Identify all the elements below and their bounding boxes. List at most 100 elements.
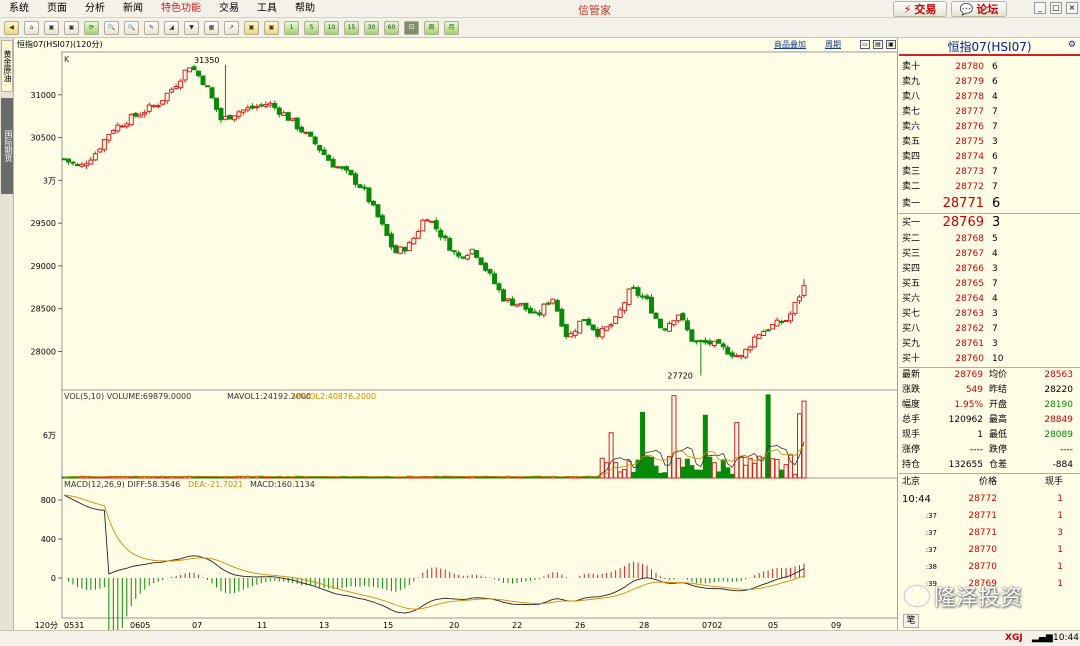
menu-system[interactable]: 系统 bbox=[0, 0, 38, 18]
menu-help[interactable]: 帮助 bbox=[286, 0, 324, 18]
candle-body bbox=[523, 302, 529, 310]
tape-tab[interactable]: 笔 bbox=[903, 614, 919, 628]
period-tick-button[interactable]: ▣ bbox=[244, 20, 259, 35]
maximize-icon[interactable]: □ bbox=[1050, 2, 1062, 14]
period-day-button[interactable]: 日 bbox=[404, 20, 419, 35]
candle-body bbox=[146, 104, 152, 112]
candle-body bbox=[79, 163, 85, 167]
candle-body bbox=[657, 318, 663, 329]
volume-bar bbox=[626, 460, 632, 479]
period-month-button[interactable]: 月 bbox=[444, 20, 459, 35]
date-axis-label: 11 bbox=[257, 621, 267, 630]
candle-body bbox=[752, 336, 758, 348]
candle-body bbox=[707, 340, 713, 345]
period-10m-button[interactable]: 10 bbox=[324, 20, 339, 35]
bid-level-8[interactable]: 买八 28762 7 bbox=[899, 322, 1080, 337]
tab-intl-futures[interactable]: 国际期货 bbox=[1, 98, 13, 194]
level-price: 28762 bbox=[955, 324, 984, 334]
bid-level-4[interactable]: 买四 28766 3 bbox=[899, 262, 1080, 277]
period-60m-button[interactable]: 60 bbox=[384, 20, 399, 35]
period-15m-button[interactable]: 15 bbox=[344, 20, 359, 35]
candle-body bbox=[393, 245, 399, 254]
period-1m-button[interactable]: 1 bbox=[284, 20, 299, 35]
volume-bar bbox=[779, 469, 785, 479]
menu-analysis[interactable]: 分析 bbox=[76, 0, 114, 18]
level-price: 28780 bbox=[955, 62, 984, 72]
tape-volume: 3 bbox=[1057, 528, 1063, 538]
indicator-icon[interactable]: ◢ bbox=[164, 20, 179, 35]
ask-level-4[interactable]: 卖四 28774 6 bbox=[899, 150, 1080, 165]
menu-page[interactable]: 页面 bbox=[38, 0, 76, 18]
volume-bar bbox=[693, 469, 699, 479]
ask-level-5[interactable]: 卖五 28775 3 bbox=[899, 135, 1080, 150]
bid-level-6[interactable]: 买六 28764 4 bbox=[899, 292, 1080, 307]
bid-level-7[interactable]: 买七 28763 3 bbox=[899, 307, 1080, 322]
ask-level-10[interactable]: 卖十 28780 6 bbox=[899, 60, 1080, 75]
trade-button[interactable]: ⚡ 交易 bbox=[893, 1, 947, 17]
ask-level-8[interactable]: 卖八 28778 4 bbox=[899, 90, 1080, 105]
volume-bar bbox=[743, 464, 749, 479]
menu-special-features[interactable]: 特色功能 bbox=[152, 0, 210, 18]
settings-gear-icon[interactable]: ⚙ bbox=[1068, 40, 1076, 50]
forum-button[interactable]: 💬 论坛 bbox=[951, 1, 1007, 17]
candle-body bbox=[474, 249, 480, 258]
period-week-button[interactable]: 周 bbox=[424, 20, 439, 35]
ask-level-9[interactable]: 卖九 28779 6 bbox=[899, 75, 1080, 90]
tape-row: :37 28771 1 bbox=[899, 508, 1080, 525]
candle-body bbox=[254, 106, 260, 109]
volume-bar bbox=[590, 476, 596, 479]
bid-level-10[interactable]: 买十 28760 10 bbox=[899, 352, 1080, 367]
quote-board-icon[interactable]: ▣ bbox=[44, 20, 59, 35]
menu-tools[interactable]: 工具 bbox=[248, 0, 286, 18]
candle-body bbox=[169, 88, 175, 93]
ask-level-7[interactable]: 卖七 28777 7 bbox=[899, 105, 1080, 120]
minimize-icon[interactable]: _ bbox=[1034, 2, 1046, 14]
chart-window-icon[interactable]: ▣ bbox=[64, 20, 79, 35]
stat-value: 28769 bbox=[954, 370, 983, 380]
candle-body bbox=[222, 116, 228, 120]
refresh-icon[interactable]: ⟳ bbox=[84, 20, 99, 35]
home-icon[interactable]: ⌂ bbox=[24, 20, 39, 35]
macd-tick-label: 0 bbox=[51, 574, 56, 583]
candle-body bbox=[554, 300, 560, 312]
ask-level-1[interactable]: 卖一 28771 6 bbox=[899, 195, 1080, 213]
candle-body bbox=[218, 107, 224, 121]
menu-trade[interactable]: 交易 bbox=[210, 0, 248, 18]
draw-line-icon[interactable]: ✎ bbox=[144, 20, 159, 35]
ask-level-6[interactable]: 卖六 28776 7 bbox=[899, 120, 1080, 135]
bid-level-5[interactable]: 买五 28765 7 bbox=[899, 277, 1080, 292]
candle-body bbox=[267, 102, 273, 106]
bid-level-9[interactable]: 买九 28761 3 bbox=[899, 337, 1080, 352]
bid-level-1[interactable]: 买一 28769 3 bbox=[899, 214, 1080, 232]
trend-chart-icon[interactable]: ↗ bbox=[224, 20, 239, 35]
zoom-in-icon[interactable]: 🔍 bbox=[104, 20, 119, 35]
candle-body bbox=[133, 112, 139, 117]
tab-gold-oil[interactable]: 黄金原油 bbox=[1, 40, 13, 92]
period-5m-button[interactable]: 5 bbox=[304, 20, 319, 35]
candle-body bbox=[240, 109, 246, 113]
volume-tick-label: 6万 bbox=[43, 431, 56, 440]
zoom-out-icon[interactable]: 🔍 bbox=[124, 20, 139, 35]
status-bar: XGJ ▂▄▆ 10:44 bbox=[0, 630, 1080, 646]
filter-icon[interactable]: ▼ bbox=[184, 20, 199, 35]
kline-chart[interactable]: K 31000 30500 3万 29500 29000 28500 28000 31350 27… bbox=[14, 38, 898, 630]
menu-news[interactable]: 新闻 bbox=[114, 0, 152, 18]
candle-body bbox=[119, 125, 125, 128]
period-minute-button[interactable]: ▣ bbox=[264, 20, 279, 35]
table-icon[interactable]: ▦ bbox=[204, 20, 219, 35]
price-tick-label: 31000 bbox=[31, 91, 56, 100]
period-30m-button[interactable]: 30 bbox=[364, 20, 379, 35]
volume-bar bbox=[662, 472, 668, 479]
ask-level-2[interactable]: 卖二 28772 7 bbox=[899, 180, 1080, 195]
bid-level-2[interactable]: 买二 28768 5 bbox=[899, 232, 1080, 247]
bid-level-3[interactable]: 买三 28767 4 bbox=[899, 247, 1080, 262]
ask-level-3[interactable]: 卖三 28773 7 bbox=[899, 165, 1080, 180]
candle-body bbox=[388, 233, 394, 248]
level-price: 28773 bbox=[955, 167, 984, 177]
tape-header-cell: 现手 bbox=[1044, 477, 1063, 487]
close-icon[interactable]: × bbox=[1066, 2, 1078, 14]
order-book: 卖十 28780 6 卖九 28779 6 卖八 28778 4 卖七 28777 7 卖六 28776 7… bbox=[899, 60, 1080, 368]
tape-header-cell: 价格 bbox=[978, 477, 997, 487]
volume-bar bbox=[734, 422, 740, 479]
back-arrow-icon[interactable]: ◀ bbox=[4, 20, 19, 35]
